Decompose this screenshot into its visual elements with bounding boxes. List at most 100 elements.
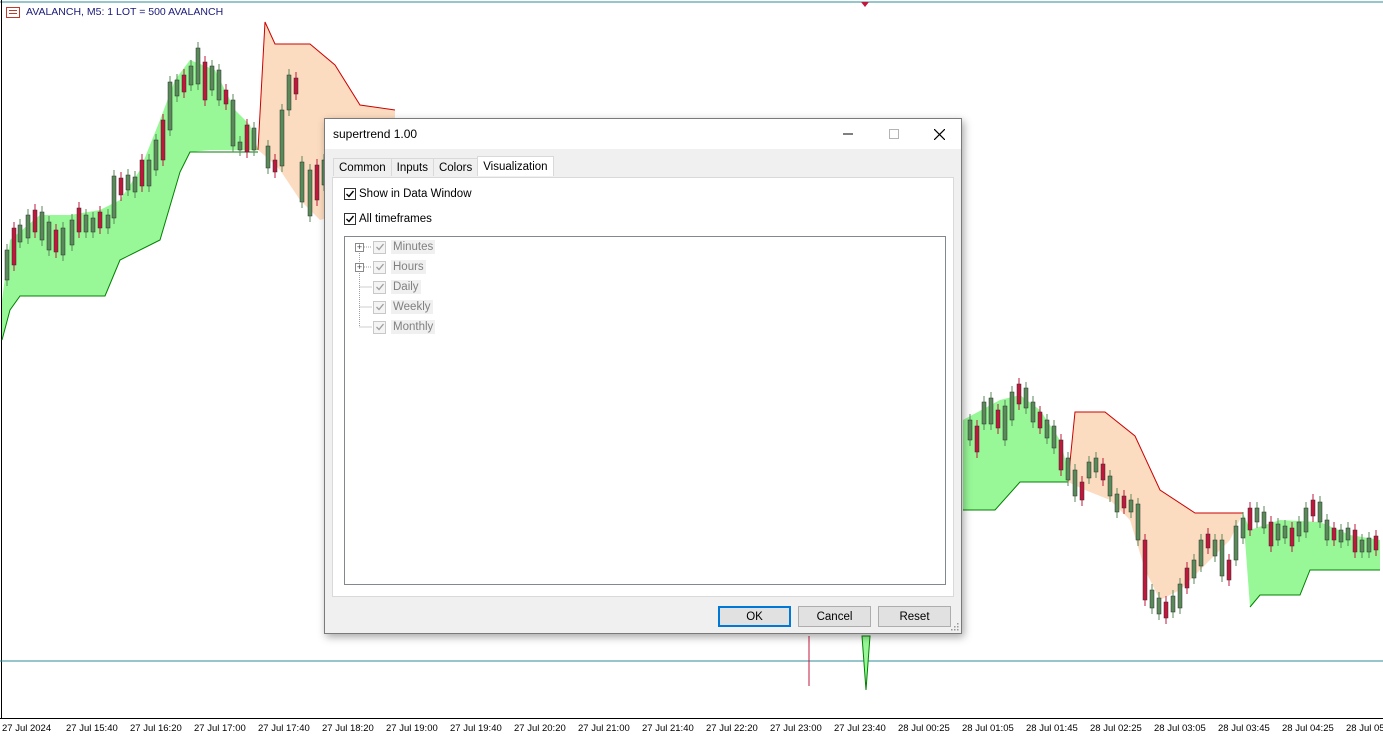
candle-body <box>1023 387 1029 409</box>
checkmark-icon <box>375 323 384 331</box>
all-timeframes-label: All timeframes <box>359 213 432 225</box>
chart-symbol-header: AVALANCH, M5: 1 LOT = 500 AVALANCH <box>6 6 223 18</box>
time-axis-label: 28 Jul 03:05 <box>1154 723 1206 734</box>
candle-body <box>1303 507 1309 533</box>
candle-body <box>223 89 229 105</box>
candle-body <box>1093 457 1099 473</box>
candle-body <box>299 161 305 203</box>
candle-body <box>153 139 159 171</box>
reset-button[interactable]: Reset <box>878 606 951 627</box>
show-in-data-window-checkbox[interactable] <box>344 188 356 200</box>
uptrend-band <box>2 60 258 340</box>
candle-body <box>25 214 31 239</box>
candle-body <box>69 219 75 246</box>
candle-body <box>76 207 82 233</box>
tab-colors[interactable]: Colors <box>432 158 479 176</box>
candle-body <box>1177 583 1183 609</box>
candle-body <box>1198 539 1204 567</box>
chart-title-text: AVALANCH, M5: 1 LOT = 500 AVALANCH <box>26 6 224 18</box>
checkmark-icon <box>346 190 355 198</box>
close-button[interactable] <box>916 119 962 149</box>
candle-body <box>1079 481 1085 501</box>
candle-body <box>1268 521 1274 547</box>
candle-body <box>167 81 173 131</box>
minutes-checkbox <box>373 240 386 254</box>
close-icon <box>933 128 945 140</box>
candle-body <box>1107 475 1113 497</box>
candle-body <box>1135 503 1141 541</box>
time-axis-label: 28 Jul 04:25 <box>1282 723 1334 734</box>
all-timeframes-checkbox[interactable] <box>344 213 356 225</box>
candle-body <box>1051 425 1057 449</box>
candle-body <box>1191 559 1197 579</box>
expand-icon[interactable]: + <box>355 262 364 272</box>
tab-inputs[interactable]: Inputs <box>390 158 434 176</box>
candle-body <box>1338 529 1344 543</box>
time-axis-label: 27 Jul 23:40 <box>834 723 886 734</box>
candle-body <box>1184 567 1190 589</box>
candle-body <box>1142 539 1148 601</box>
daily-checkbox <box>373 280 386 294</box>
expand-icon[interactable]: + <box>355 242 364 252</box>
time-axis-label: 28 Jul 02:25 <box>1090 723 1142 734</box>
candle-body <box>251 127 257 151</box>
ok-button[interactable]: OK <box>718 606 791 627</box>
time-axis-label: 27 Jul 19:00 <box>386 723 438 734</box>
candle-body <box>974 425 980 453</box>
time-axis-label: 28 Jul 05 <box>1346 723 1383 734</box>
time-axis-label: 27 Jul 17:00 <box>194 723 246 734</box>
candle-body <box>83 214 89 233</box>
candle-body <box>1030 401 1036 423</box>
candle-body <box>1240 517 1246 539</box>
candle-body <box>188 65 194 86</box>
candle-body <box>1212 539 1218 557</box>
candle-body <box>230 99 236 147</box>
monthly-label: Monthly <box>391 320 436 334</box>
time-axis-label: 27 Jul 2024 <box>2 723 52 734</box>
chart-window-icon <box>6 6 20 18</box>
candle-body <box>1149 589 1155 609</box>
candle-body <box>1044 419 1050 439</box>
candle-body <box>279 109 285 167</box>
candle-body <box>1009 391 1015 421</box>
weekly-checkbox <box>373 300 386 314</box>
candle-body <box>1261 511 1267 529</box>
candle-body <box>1324 519 1330 541</box>
downtrend-band-2 <box>1068 412 1243 600</box>
candle-body <box>988 397 994 425</box>
show-in-data-window-option[interactable]: Show in Data Window <box>344 188 472 200</box>
candle-body <box>1233 525 1239 561</box>
candle-body <box>1289 527 1295 547</box>
candle-body <box>216 69 222 101</box>
minimize-button[interactable] <box>825 119 871 149</box>
timeframes-tree: + Minutes + Hours Daily Weekly Monthly <box>344 236 946 585</box>
checkmark-icon <box>375 303 384 311</box>
time-axis-label: 27 Jul 19:40 <box>450 723 502 734</box>
candle-body <box>209 65 215 91</box>
resize-grip-icon[interactable] <box>951 623 959 631</box>
candle-body <box>995 409 1001 429</box>
candle-body <box>132 176 138 193</box>
candle-body <box>1275 523 1281 541</box>
candle-body <box>46 221 52 251</box>
candle-body <box>981 401 987 425</box>
candle-body <box>60 227 66 256</box>
cancel-button[interactable]: Cancel <box>798 606 871 627</box>
checkmark-icon <box>346 215 355 223</box>
tab-visualization[interactable]: Visualization <box>477 156 554 176</box>
checkmark-icon <box>375 243 384 251</box>
time-axis-label: 28 Jul 01:05 <box>962 723 1014 734</box>
time-axis: 27 Jul 2024 27 Jul 15:40 27 Jul 16:20 27 Ju… <box>0 718 1383 739</box>
tab-common[interactable]: Common <box>333 158 392 176</box>
candle-body <box>1163 601 1169 619</box>
candle-body <box>967 419 973 441</box>
time-axis-label: 27 Jul 23:00 <box>770 723 822 734</box>
candle-body <box>139 159 145 187</box>
candle-body <box>1247 507 1253 531</box>
candle-body <box>1121 495 1127 509</box>
candle-body <box>39 211 45 241</box>
dialog-titlebar[interactable]: supertrend 1.00 <box>325 119 961 149</box>
candle-body <box>1331 527 1337 541</box>
all-timeframes-option[interactable]: All timeframes <box>344 213 432 225</box>
checkmark-icon <box>375 283 384 291</box>
